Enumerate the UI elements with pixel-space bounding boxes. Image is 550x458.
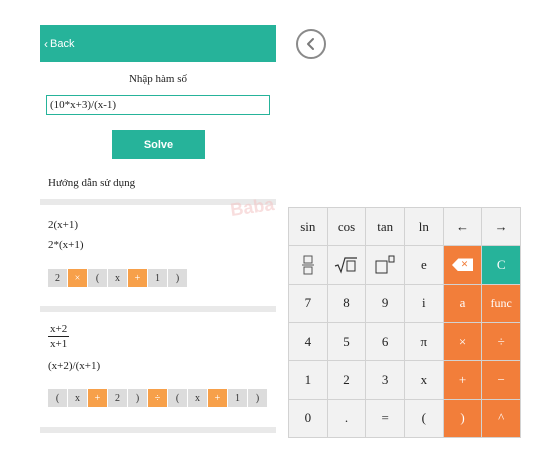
key-2[interactable]: 2	[327, 361, 366, 399]
key-caret[interactable]: ^	[482, 399, 520, 437]
fraction-denominator: x+1	[50, 338, 68, 350]
example-key: 2	[48, 269, 67, 287]
example-key: ÷	[148, 389, 167, 407]
example-key: 1	[228, 389, 247, 407]
watermark-logo: Baba	[229, 193, 276, 220]
key-fraction[interactable]	[289, 246, 327, 284]
key-power[interactable]	[366, 246, 404, 284]
key-1[interactable]: 1	[289, 361, 327, 399]
example-key: x	[108, 269, 127, 287]
back-button[interactable]: ‹ Back	[40, 25, 276, 62]
example-key: )	[128, 389, 147, 407]
math-keypad: sin cos tan ln ← → e ✕ C 7 8 9 i a func …	[288, 207, 521, 438]
example-2: x+2 x+1 (x+2)/(x+1) ( x + 2 ) ÷ ( x + 1 …	[40, 312, 276, 422]
key-dot[interactable]: .	[327, 399, 366, 437]
key-i[interactable]: i	[405, 284, 443, 322]
example-1-typed: 2*(x+1)	[48, 239, 84, 251]
key-8[interactable]: 8	[327, 284, 366, 322]
key-3[interactable]: 3	[366, 361, 404, 399]
key-ln[interactable]: ln	[405, 208, 443, 246]
example-2-typed: (x+2)/(x+1)	[48, 360, 101, 372]
chevron-left-icon: ‹	[44, 36, 48, 51]
fraction-numerator: x+2	[48, 323, 70, 337]
fraction-icon	[301, 255, 314, 275]
key-4[interactable]: 4	[289, 322, 327, 361]
key-pi[interactable]: π	[405, 322, 443, 361]
example-key: (	[48, 389, 67, 407]
key-multiply[interactable]: ×	[443, 322, 482, 361]
key-5[interactable]: 5	[327, 322, 366, 361]
key-plus[interactable]: +	[443, 361, 482, 399]
key-sqrt[interactable]	[327, 246, 366, 284]
example-key: (	[168, 389, 187, 407]
key-cursor-right[interactable]: →	[482, 208, 520, 246]
power-icon	[375, 255, 395, 274]
back-label: Back	[50, 37, 75, 50]
key-0[interactable]: 0	[289, 399, 327, 437]
key-cursor-left[interactable]: ←	[443, 208, 482, 246]
key-6[interactable]: 6	[366, 322, 404, 361]
key-tan[interactable]: tan	[366, 208, 404, 246]
example-2-fraction: x+2 x+1	[48, 322, 70, 351]
key-backspace[interactable]: ✕	[443, 246, 482, 284]
example-key: )	[248, 389, 267, 407]
sqrt-icon	[335, 257, 358, 274]
key-a[interactable]: a	[443, 284, 482, 322]
example-2-keys: ( x + 2 ) ÷ ( x + 1 )	[48, 389, 267, 407]
key-minus[interactable]: −	[482, 361, 520, 399]
guide-title: Hướng dẫn sử dụng	[48, 177, 136, 189]
chevron-left-icon	[307, 38, 314, 50]
example-key: +	[208, 389, 227, 407]
key-open-paren[interactable]: (	[405, 399, 443, 437]
key-cos[interactable]: cos	[327, 208, 366, 246]
example-1-keys: 2 × ( x + 1 )	[48, 269, 187, 287]
example-key: (	[88, 269, 107, 287]
example-1-display: 2(x+1)	[48, 219, 79, 231]
solve-button[interactable]: Solve	[112, 130, 205, 159]
key-sin[interactable]: sin	[289, 208, 327, 246]
example-key: x	[68, 389, 87, 407]
example-key: +	[128, 269, 147, 287]
example-key: x	[188, 389, 207, 407]
backspace-icon: ✕	[451, 258, 473, 272]
example-key: 1	[148, 269, 167, 287]
key-close-paren[interactable]: )	[443, 399, 482, 437]
circle-back-button[interactable]	[296, 29, 326, 59]
example-key: ×	[68, 269, 87, 287]
key-divide[interactable]: ÷	[482, 322, 520, 361]
function-input-label: Nhập hàm số	[128, 73, 188, 85]
separator	[40, 427, 276, 433]
example-key: )	[168, 269, 187, 287]
key-func[interactable]: func	[482, 284, 520, 322]
key-clear[interactable]: C	[482, 246, 520, 284]
function-input[interactable]	[46, 95, 270, 115]
example-key: +	[88, 389, 107, 407]
key-9[interactable]: 9	[366, 284, 404, 322]
key-x[interactable]: x	[405, 361, 443, 399]
key-7[interactable]: 7	[289, 284, 327, 322]
key-equals[interactable]: =	[366, 399, 404, 437]
example-key: 2	[108, 389, 127, 407]
key-e[interactable]: e	[405, 246, 443, 284]
